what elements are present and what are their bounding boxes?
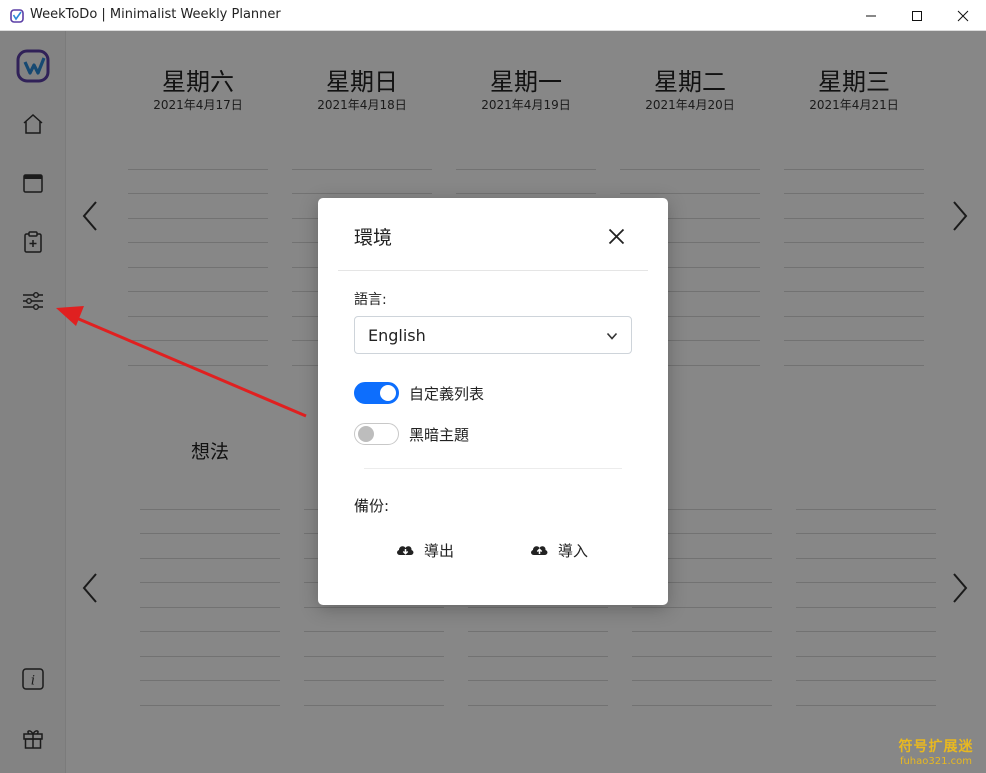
- cloud-upload-icon: [531, 546, 548, 555]
- modal-title: 環境: [354, 227, 393, 249]
- chevron-down-icon: [606, 332, 618, 340]
- dark-theme-label: 黑暗主題: [409, 426, 470, 444]
- minimize-icon: [866, 15, 876, 16]
- export-button[interactable]: 導出: [395, 538, 454, 562]
- maximize-icon: [912, 10, 922, 21]
- custom-lists-label: 自定義列表: [409, 385, 485, 403]
- modal-close-button[interactable]: [604, 224, 628, 248]
- language-label: 語言:: [354, 292, 387, 308]
- close-icon: [608, 228, 624, 244]
- minimize-button[interactable]: [848, 0, 894, 31]
- backup-label: 備份:: [354, 497, 390, 515]
- language-select[interactable]: English: [354, 316, 632, 354]
- modal-divider: [338, 270, 648, 271]
- maximize-button[interactable]: [894, 0, 940, 31]
- window-titlebar: WeekToDo | Minimalist Weekly Planner: [0, 0, 986, 31]
- cloud-download-icon: [397, 546, 414, 555]
- site-watermark: 符号扩展迷 fuhao321.com: [886, 736, 986, 767]
- export-label: 導出: [424, 541, 455, 560]
- watermark-url: fuhao321.com: [899, 756, 973, 767]
- close-window-button[interactable]: [940, 0, 986, 31]
- watermark-text: 符号扩展迷: [898, 739, 974, 755]
- language-value: English: [368, 326, 426, 345]
- custom-lists-toggle[interactable]: [354, 382, 399, 404]
- modal-divider: [364, 468, 622, 469]
- dark-theme-toggle[interactable]: [354, 423, 399, 445]
- app-logo-icon: [10, 9, 24, 23]
- settings-modal: 環境 語言: English 自定義列表 黑暗主題 備份: 導出 導入: [318, 198, 668, 605]
- close-icon: [957, 10, 969, 21]
- import-button[interactable]: 導入: [529, 538, 588, 562]
- window-title: WeekToDo | Minimalist Weekly Planner: [30, 7, 281, 22]
- import-label: 導入: [558, 541, 589, 560]
